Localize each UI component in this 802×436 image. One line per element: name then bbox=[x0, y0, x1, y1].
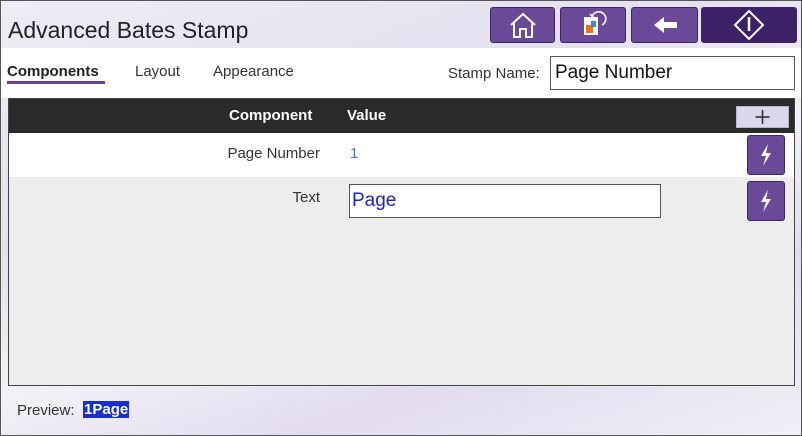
components-table: Component Value Page Number 1 Text bbox=[8, 98, 795, 386]
lightning-icon bbox=[761, 190, 771, 212]
column-header-component: Component bbox=[229, 107, 313, 124]
row-value-page-number: 1 bbox=[350, 145, 359, 162]
reset-button[interactable] bbox=[560, 7, 626, 43]
stamp-name-input[interactable] bbox=[550, 56, 795, 90]
tab-components[interactable]: Components bbox=[7, 63, 99, 80]
text-value-input[interactable] bbox=[349, 184, 661, 218]
start-button[interactable] bbox=[701, 7, 797, 43]
back-button[interactable] bbox=[631, 7, 698, 43]
tab-layout[interactable]: Layout bbox=[135, 63, 180, 80]
app-window: Advanced Bates Stamp Components Layout A… bbox=[0, 0, 802, 436]
row-label-page-number: Page Number bbox=[227, 145, 320, 162]
table-header: Component Value bbox=[9, 99, 794, 133]
row-label-text: Text bbox=[292, 189, 320, 206]
home-icon bbox=[509, 12, 536, 38]
tab-appearance[interactable]: Appearance bbox=[213, 63, 294, 80]
preview-value: 1Page bbox=[83, 401, 130, 418]
add-component-button[interactable] bbox=[736, 106, 789, 128]
start-icon bbox=[733, 9, 765, 41]
active-tab-indicator bbox=[7, 81, 105, 84]
plus-icon bbox=[755, 110, 770, 124]
home-button[interactable] bbox=[490, 7, 555, 43]
preview-label: Preview: bbox=[17, 402, 75, 419]
column-header-value: Value bbox=[347, 107, 387, 124]
page-title: Advanced Bates Stamp bbox=[8, 17, 249, 43]
text-action-button[interactable] bbox=[747, 181, 785, 221]
reset-icon bbox=[584, 11, 607, 35]
back-arrow-icon bbox=[653, 17, 677, 33]
page-number-action-button[interactable] bbox=[747, 135, 785, 175]
stamp-name-label: Stamp Name: bbox=[448, 65, 540, 82]
lightning-icon bbox=[761, 144, 771, 166]
